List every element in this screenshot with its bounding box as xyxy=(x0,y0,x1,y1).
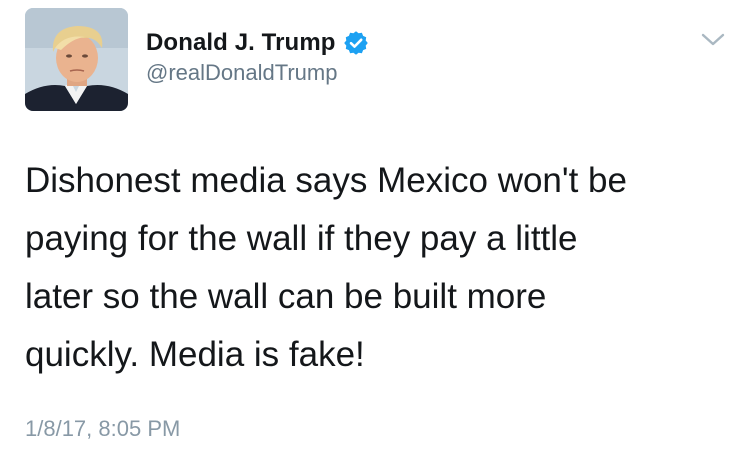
avatar[interactable] xyxy=(25,8,128,111)
tweet-timestamp[interactable]: 1/8/17, 8:05 PM xyxy=(25,416,180,442)
tweet-card: Donald J. Trump @realDonaldTrump Dishone… xyxy=(0,0,750,471)
author-handle[interactable]: @realDonaldTrump xyxy=(146,60,337,86)
tweet-text-line: paying for the wall if they pay a little xyxy=(25,219,578,258)
avatar-photo-icon xyxy=(25,8,128,111)
verified-badge-icon xyxy=(343,31,368,55)
tweet-text-line: quickly. Media is fake! xyxy=(25,335,365,374)
display-name[interactable]: Donald J. Trump xyxy=(146,29,336,57)
tweet-text-line: later so the wall can be built more xyxy=(25,277,547,316)
tweet-text-line: Dishonest media says Mexico won't be xyxy=(25,161,627,200)
tweet-text: Dishonest media says Mexico won't be pay… xyxy=(25,152,725,384)
author-row: Donald J. Trump xyxy=(146,26,368,60)
chevron-down-icon[interactable] xyxy=(700,30,726,50)
